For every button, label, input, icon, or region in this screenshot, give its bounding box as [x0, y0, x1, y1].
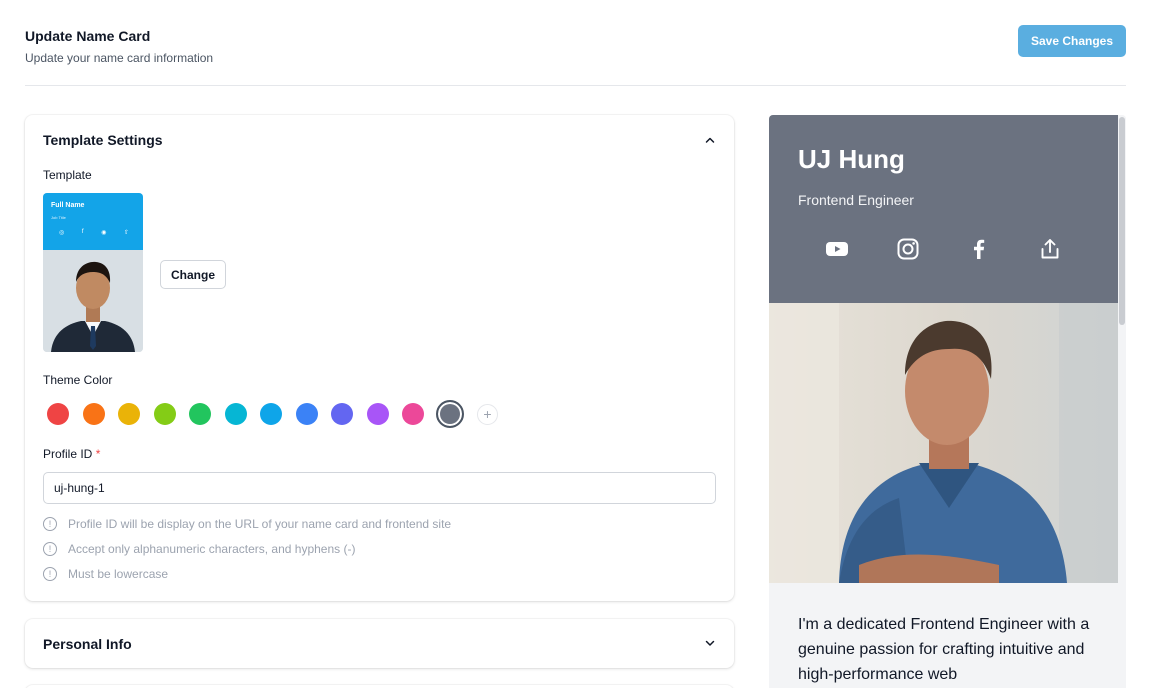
hint-characters-text: Accept only alphanumeric characters, and…: [68, 542, 356, 556]
thumbnail-header: Full Name Job Title ◎ f ◉ ⇧: [43, 193, 143, 250]
share-icon[interactable]: [1038, 237, 1062, 261]
required-mark: *: [95, 447, 101, 461]
scrollbar-thumb[interactable]: [1119, 117, 1125, 325]
instagram-icon[interactable]: [896, 237, 920, 261]
color-swatch-pink[interactable]: [402, 403, 424, 425]
preview-scrollbar[interactable]: [1118, 115, 1126, 688]
share-icon: ⇧: [123, 230, 129, 236]
color-swatch-amber[interactable]: [118, 403, 140, 425]
thumbnail-social-icons: ◎ f ◉ ⇧: [59, 229, 129, 236]
template-thumbnail[interactable]: Full Name Job Title ◎ f ◉ ⇧: [43, 193, 143, 352]
template-label: Template: [43, 168, 92, 182]
instagram-icon: ◉: [101, 230, 107, 236]
profile-id-label: Profile ID *: [43, 447, 100, 461]
youtube-icon[interactable]: [825, 237, 849, 261]
preview-job-title: Frontend Engineer: [798, 192, 914, 208]
hint-url: ! Profile ID will be display on the URL o…: [43, 517, 451, 531]
personal-info-card[interactable]: Personal Info: [25, 619, 734, 668]
color-swatch-blue[interactable]: [296, 403, 318, 425]
color-swatch-cyan[interactable]: [225, 403, 247, 425]
color-swatch-gray-selected[interactable]: [436, 400, 464, 428]
chevron-down-icon[interactable]: [704, 637, 716, 649]
page-title: Update Name Card: [25, 28, 151, 44]
preview-header: UJ Hung Frontend Engineer: [769, 115, 1118, 303]
info-icon: !: [43, 517, 57, 531]
hint-lowercase: ! Must be lowercase: [43, 567, 168, 581]
profile-photo: [769, 303, 1118, 583]
facebook-icon[interactable]: [967, 237, 991, 261]
thumbnail-name: Full Name: [51, 202, 85, 209]
hint-url-text: Profile ID will be display on the URL of…: [68, 517, 452, 531]
hint-lowercase-text: Must be lowercase: [68, 567, 169, 581]
color-swatch-purple[interactable]: [367, 403, 389, 425]
save-changes-button[interactable]: Save Changes: [1018, 25, 1126, 57]
color-swatch-orange[interactable]: [83, 403, 105, 425]
page-subtitle: Update your name card information: [25, 51, 214, 65]
thumbnail-photo: [43, 250, 143, 352]
template-settings-card: Template Settings Template Full Name Job…: [25, 115, 734, 601]
preview-name: UJ Hung: [798, 144, 905, 174]
thumbnail-job: Job Title: [51, 215, 66, 220]
preview-bio: I'm a dedicated Frontend Engineer with a…: [798, 616, 1090, 683]
whatsapp-icon: ◎: [59, 230, 65, 236]
add-color-icon[interactable]: +: [477, 404, 498, 425]
personal-info-title: Personal Info: [43, 636, 132, 652]
theme-color-swatches: +: [47, 400, 507, 428]
color-swatch-green[interactable]: [189, 403, 211, 425]
name-card-preview: UJ Hung Frontend Engineer I'm a dedicate…: [769, 115, 1126, 688]
color-swatch-lime[interactable]: [154, 403, 176, 425]
color-swatch-indigo[interactable]: [331, 403, 353, 425]
color-swatch-sky[interactable]: [260, 403, 282, 425]
facebook-icon: f: [81, 229, 84, 235]
change-template-button[interactable]: Change: [160, 260, 226, 289]
page-header: Update Name Card Update your name card i…: [25, 0, 1126, 86]
profile-id-label-text: Profile ID: [43, 447, 93, 461]
chevron-up-icon[interactable]: [704, 134, 716, 146]
template-settings-title: Template Settings: [43, 132, 163, 148]
profile-id-input[interactable]: [43, 472, 716, 504]
info-icon: !: [43, 542, 57, 556]
theme-color-label: Theme Color: [43, 373, 113, 387]
color-swatch-red[interactable]: [47, 403, 69, 425]
hint-characters: ! Accept only alphanumeric characters, an…: [43, 542, 355, 556]
info-icon: !: [43, 567, 57, 581]
